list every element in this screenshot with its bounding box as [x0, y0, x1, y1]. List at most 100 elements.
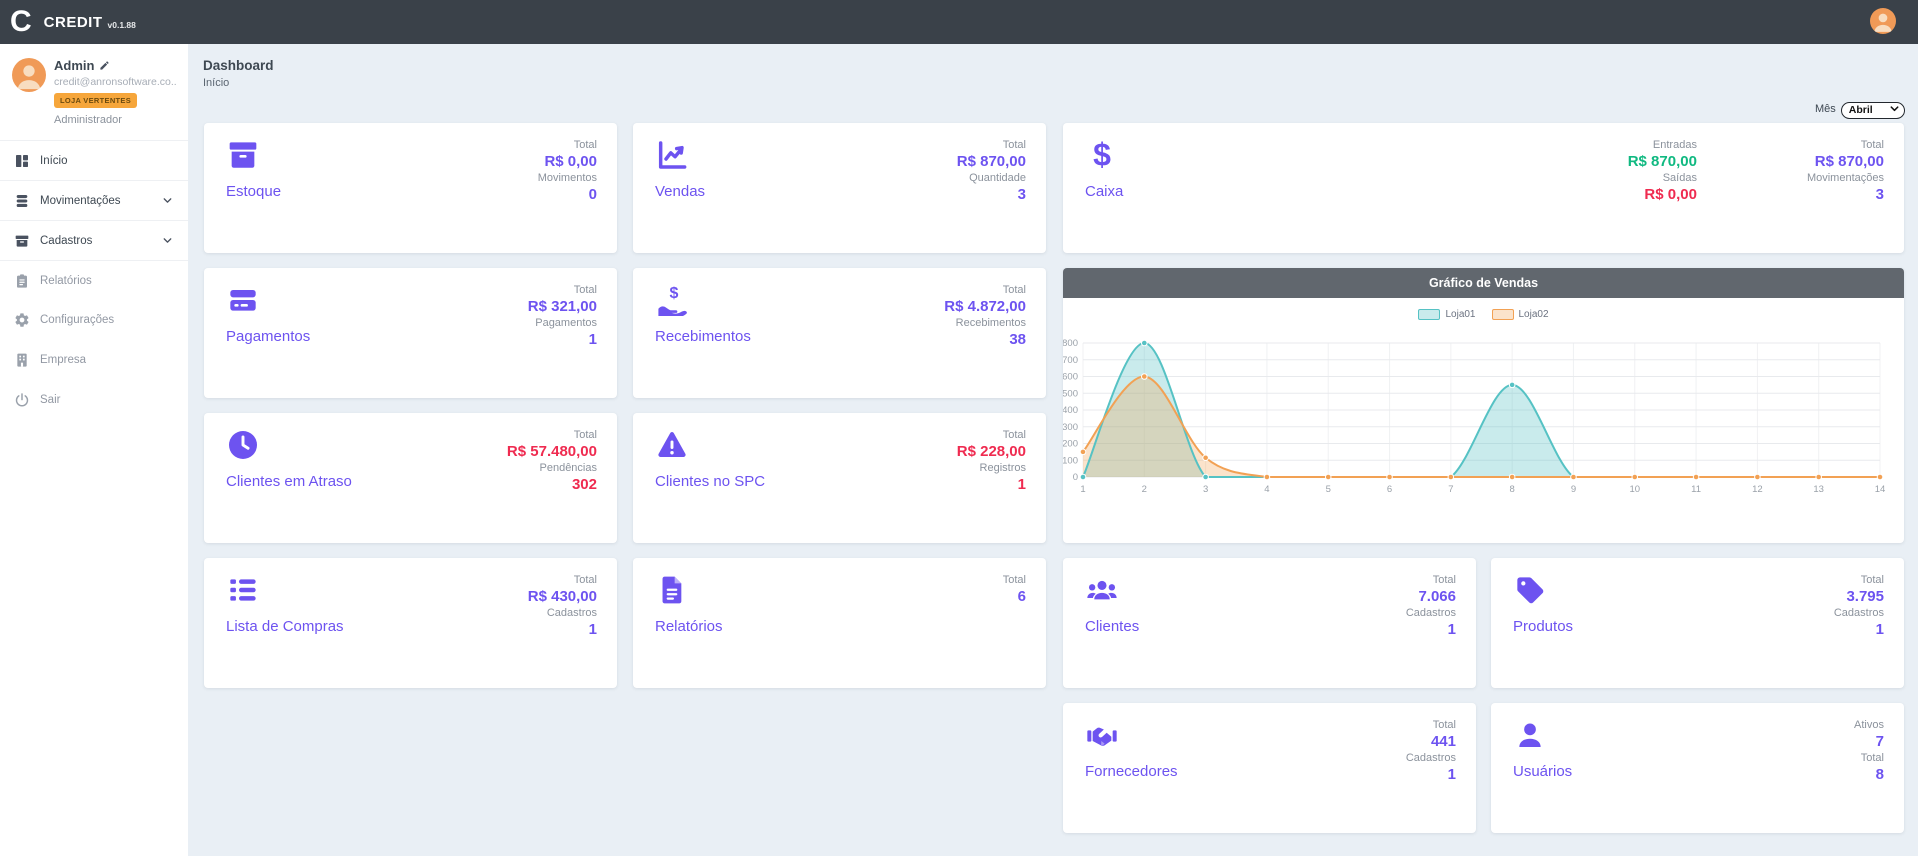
stat-label: Registros [957, 461, 1026, 476]
card-title[interactable]: Caixa [1085, 183, 1123, 200]
card-title[interactable]: Recebimentos [655, 328, 751, 345]
stat-value: 6 [1003, 588, 1026, 605]
svg-text:700: 700 [1063, 355, 1078, 366]
sidebar-item-empresa[interactable]: Empresa [0, 340, 188, 380]
stat-label: Total [528, 573, 597, 588]
sidebar-item-label: Relatórios [40, 275, 92, 287]
stat-value: 1 [1406, 621, 1456, 638]
app-logo: C [10, 0, 32, 44]
card-clientes[interactable]: ClientesTotal7.066Cadastros1 [1063, 558, 1476, 688]
sidebar-item-label: Configurações [40, 314, 114, 326]
page-title: Dashboard [203, 58, 274, 73]
profile-avatar[interactable] [12, 58, 46, 92]
box-icon [226, 139, 262, 173]
brand-name: CREDIT [44, 14, 103, 31]
card-relatorios[interactable]: RelatóriosTotal6 [633, 558, 1046, 688]
sidebar-item-label: Movimentações [40, 195, 121, 207]
card-title[interactable]: Clientes [1085, 618, 1139, 635]
stat-value: 8 [1854, 766, 1884, 783]
svg-text:2: 2 [1142, 484, 1147, 495]
card-lista-de-compras[interactable]: Lista de ComprasTotalR$ 430,00Cadastros1 [204, 558, 617, 688]
legend-swatch [1418, 309, 1440, 320]
sidebar-item-movimentacoes[interactable]: Movimentações [0, 180, 188, 220]
chart-title: Gráfico de Vendas [1063, 268, 1904, 298]
card-pagamentos[interactable]: PagamentosTotalR$ 321,00Pagamentos1 [204, 268, 617, 398]
sidebar-item-inicio[interactable]: Início [0, 140, 188, 180]
svg-text:8: 8 [1510, 484, 1515, 495]
sales-chart-card: Gráfico de Vendas Loja01Loja02 010020030… [1063, 268, 1904, 543]
tag-icon [1513, 574, 1549, 608]
card-title[interactable]: Relatórios [655, 618, 723, 635]
stat-value: R$ 4.872,00 [944, 298, 1026, 315]
stat-value: 302 [507, 476, 597, 493]
user-avatar-button[interactable] [1870, 8, 1896, 34]
svg-text:0: 0 [1073, 472, 1078, 483]
stat-value: 3 [1807, 186, 1884, 203]
card-title[interactable]: Estoque [226, 183, 281, 200]
card-fornecedores[interactable]: FornecedoresTotal441Cadastros1 [1063, 703, 1476, 833]
stat-label: Total [1834, 573, 1884, 588]
stat-value: 3.795 [1834, 588, 1884, 605]
stat-label: Total [957, 428, 1026, 443]
card-recebimentos[interactable]: $RecebimentosTotalR$ 4.872,00Recebimento… [633, 268, 1046, 398]
card-title[interactable]: Pagamentos [226, 328, 310, 345]
stat-label: Saídas [1628, 171, 1697, 186]
users-icon [1085, 574, 1121, 608]
person-icon [12, 58, 46, 92]
card-title[interactable]: Produtos [1513, 618, 1573, 635]
month-select[interactable]: Abril [1841, 102, 1905, 119]
card-caixa[interactable]: $CaixaEntradasR$ 870,00SaídasR$ 0,00Tota… [1063, 123, 1904, 253]
edit-profile-icon[interactable] [99, 60, 110, 71]
stat-value: R$ 57.480,00 [507, 443, 597, 460]
svg-text:14: 14 [1875, 484, 1886, 495]
card-clientes-em-atraso[interactable]: Clientes em AtrasoTotalR$ 57.480,00Pendê… [204, 413, 617, 543]
card-title[interactable]: Clientes em Atraso [226, 473, 352, 490]
grid-icon [14, 153, 30, 169]
sidebar-item-label: Sair [40, 394, 60, 406]
chevron-down-icon [161, 234, 174, 247]
stat-value: 1 [957, 476, 1026, 493]
chart-line-icon [655, 139, 691, 173]
clock-icon [226, 429, 262, 463]
card-estoque[interactable]: EstoqueTotalR$ 0,00Movimentos0 [204, 123, 617, 253]
card-clientes-no-spc[interactable]: Clientes no SPC TotalR$ 228,00Registros1 [633, 413, 1046, 543]
sales-area-chart: 0100200300400500600700800123456789101112… [1063, 324, 1904, 543]
stat-value: R$ 0,00 [538, 153, 597, 170]
card-title[interactable]: Vendas [655, 183, 705, 200]
card-produtos[interactable]: ProdutosTotal3.795Cadastros1 [1491, 558, 1904, 688]
svg-text:500: 500 [1063, 388, 1078, 399]
month-filter: Mês Abril [1815, 100, 1905, 119]
warning-triangle-icon [655, 429, 691, 463]
sidebar-item-relatorios[interactable]: Relatórios [0, 260, 188, 300]
legend-label: Loja01 [1445, 309, 1475, 320]
sidebar: Admin credit@anronsoftware.co... LOJA VE… [0, 44, 188, 867]
card-title[interactable]: Fornecedores [1085, 763, 1178, 780]
svg-text:100: 100 [1063, 455, 1078, 466]
stat-value: 0 [538, 186, 597, 203]
list-icon [226, 574, 262, 608]
card-vendas[interactable]: VendasTotalR$ 870,00Quantidade3 [633, 123, 1046, 253]
svg-text:200: 200 [1063, 439, 1078, 450]
stat-value: R$ 228,00 [957, 443, 1026, 460]
database-icon [14, 193, 30, 209]
stat-value: 7 [1854, 733, 1884, 750]
sidebar-item-cadastros[interactable]: Cadastros [0, 220, 188, 260]
sidebar-item-sair[interactable]: Sair [0, 380, 188, 420]
chevron-down-icon [161, 194, 174, 207]
legend-item-loja01[interactable]: Loja01 [1418, 309, 1475, 320]
legend-label: Loja02 [1519, 309, 1549, 320]
sidebar-item-configuracoes[interactable]: Configurações [0, 300, 188, 340]
stat-value: R$ 870,00 [957, 153, 1026, 170]
card-title[interactable]: Usuários [1513, 763, 1572, 780]
legend-swatch [1492, 309, 1514, 320]
legend-item-loja02[interactable]: Loja02 [1492, 309, 1549, 320]
svg-text:4: 4 [1264, 484, 1269, 495]
card-title[interactable]: Clientes no SPC [655, 473, 765, 490]
stat-label: Total [1854, 751, 1884, 766]
card-usuarios[interactable]: UsuáriosAtivos7Total8 [1491, 703, 1904, 833]
card-title[interactable]: Lista de Compras [226, 618, 344, 635]
hand-dollar-icon: $ [655, 284, 691, 318]
stat-label: Total [944, 283, 1026, 298]
svg-text:6: 6 [1387, 484, 1392, 495]
svg-text:13: 13 [1813, 484, 1824, 495]
